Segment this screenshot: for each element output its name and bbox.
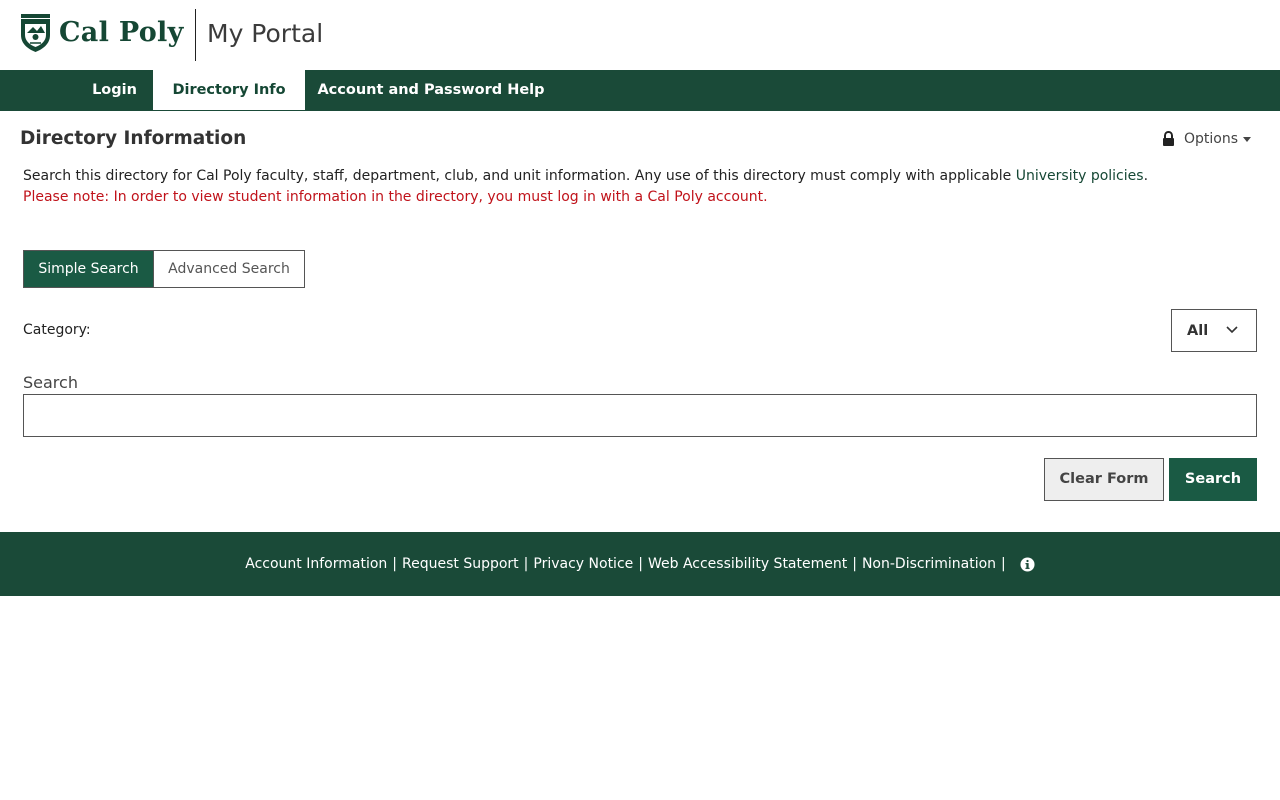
options-menu[interactable]: Options	[1162, 128, 1252, 150]
shield-icon	[21, 14, 50, 52]
search-mode-tabs: Simple Search Advanced Search	[23, 250, 305, 288]
options-label: Options	[1184, 131, 1239, 147]
footer-link-request-support[interactable]: Request Support	[402, 556, 519, 572]
site-footer: Account Information | Request Support | …	[0, 532, 1280, 596]
footer-separator: |	[852, 556, 857, 572]
footer-link-web-accessibility[interactable]: Web Accessibility Statement	[648, 556, 847, 572]
tab-simple-search[interactable]: Simple Search	[24, 251, 153, 287]
student-info-note: Please note: In order to view student in…	[23, 189, 768, 205]
header-divider	[195, 9, 196, 61]
footer-separator: |	[1001, 556, 1006, 572]
info-icon[interactable]	[1020, 556, 1035, 572]
caret-down-icon	[1243, 136, 1252, 142]
intro-body: Search this directory for Cal Poly facul…	[23, 168, 1016, 184]
footer-separator: |	[638, 556, 643, 572]
search-label: Search	[23, 373, 78, 392]
footer-link-non-discrimination[interactable]: Non-Discrimination	[862, 556, 996, 572]
nav-directory-info[interactable]: Directory Info	[153, 70, 305, 110]
page-title: Directory Information	[20, 128, 247, 149]
chevron-down-icon	[1226, 326, 1238, 334]
intro-end: .	[1143, 168, 1149, 184]
tab-advanced-search[interactable]: Advanced Search	[153, 251, 304, 287]
cal-poly-logo[interactable]: Cal Poly	[19, 13, 184, 53]
footer-separator: |	[392, 556, 397, 572]
search-button[interactable]: Search	[1169, 458, 1257, 501]
main-nav: Login Directory Info Account and Passwor…	[0, 70, 1280, 111]
category-select[interactable]: All	[1171, 309, 1257, 352]
site-header: Cal Poly My Portal	[0, 0, 1280, 70]
footer-separator: |	[523, 556, 529, 572]
footer-link-account-information[interactable]: Account Information	[245, 556, 387, 572]
intro-text: Search this directory for Cal Poly facul…	[23, 166, 1148, 186]
clear-form-button[interactable]: Clear Form	[1044, 458, 1164, 501]
category-value: All	[1187, 322, 1209, 339]
lock-icon	[1163, 131, 1174, 146]
nav-login[interactable]: Login	[77, 70, 152, 111]
footer-link-privacy-notice[interactable]: Privacy Notice	[533, 556, 633, 572]
category-label: Category:	[23, 322, 91, 338]
portal-title[interactable]: My Portal	[207, 18, 323, 50]
logo-text: Cal Poly	[59, 17, 184, 48]
nav-account-password-help[interactable]: Account and Password Help	[305, 70, 557, 111]
university-policies-link[interactable]: University policies	[1016, 168, 1144, 184]
search-input[interactable]	[23, 394, 1257, 437]
